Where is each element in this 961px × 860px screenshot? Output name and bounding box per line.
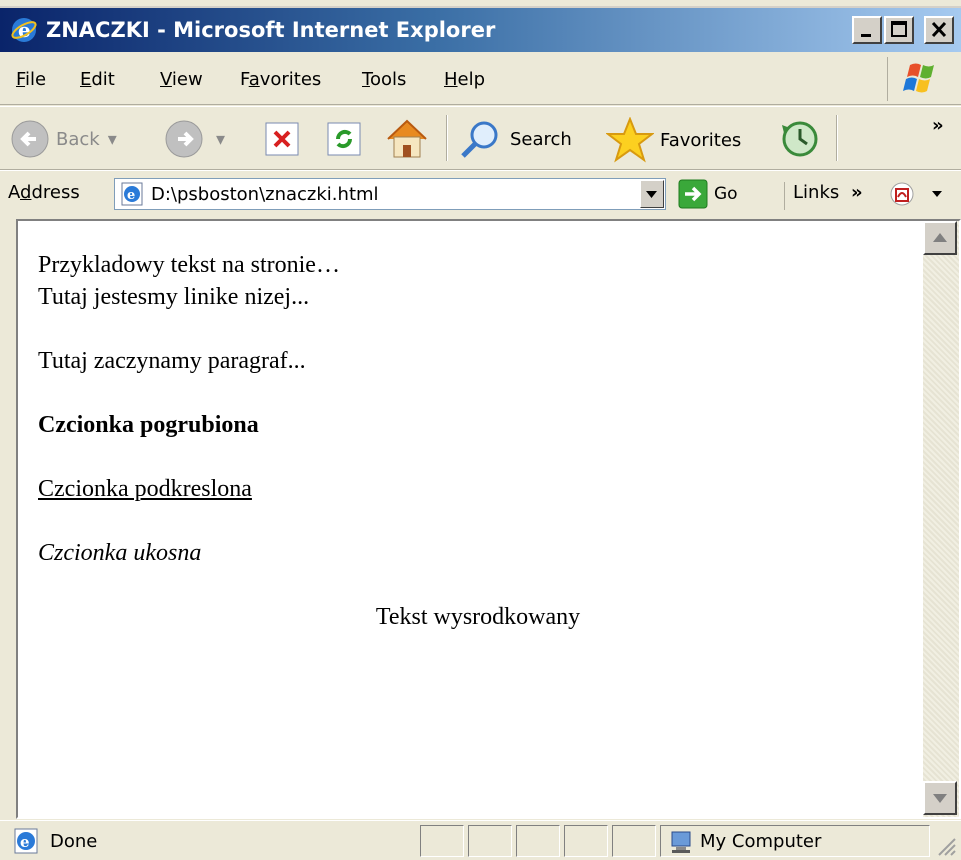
favorites-star-icon <box>606 117 654 163</box>
status-page-icon: e <box>12 827 40 860</box>
search-label: Search <box>510 128 572 150</box>
stop-icon <box>265 122 299 156</box>
go-arrow-icon <box>678 179 708 209</box>
windows-logo-icon <box>887 57 953 101</box>
maximize-button[interactable] <box>884 16 914 44</box>
history-button[interactable] <box>778 119 822 159</box>
vertical-scrollbar[interactable] <box>923 221 959 817</box>
browser-window: e ZNACZKI - Microsoft Internet Explorer … <box>0 0 961 860</box>
back-button[interactable]: Back ▾ <box>10 119 117 159</box>
menu-file[interactable]: File <box>16 69 46 90</box>
stop-button[interactable] <box>264 121 300 157</box>
back-arrow-icon <box>11 120 49 158</box>
go-label: Go <box>714 184 738 204</box>
my-computer-icon <box>668 829 694 860</box>
menu-view[interactable]: View <box>160 69 203 90</box>
refresh-button[interactable] <box>326 121 362 157</box>
paragraph-text: Tutaj zaczynamy paragraf... <box>38 348 306 374</box>
status-text: Done <box>50 831 98 852</box>
links-button[interactable]: Links » <box>784 182 863 210</box>
page-viewport[interactable]: Przykladowy tekst na stronie… Tutaj jest… <box>16 219 961 819</box>
links-chevron-icon: » <box>850 182 863 203</box>
address-label: Address <box>8 182 80 203</box>
close-button[interactable] <box>924 16 954 44</box>
status-panel <box>468 825 512 857</box>
zone-text: My Computer <box>700 831 822 852</box>
address-input[interactable]: e D:\psboston\znaczki.html <box>114 178 666 210</box>
menu-help[interactable]: Help <box>444 69 485 90</box>
address-value: D:\psboston\znaczki.html <box>151 184 379 205</box>
page-content: Przykladowy tekst na stronie… Tutaj jest… <box>38 249 918 633</box>
pdf-button[interactable] <box>888 179 946 214</box>
toolbar-chevron-icon[interactable]: » <box>932 115 944 136</box>
home-button[interactable] <box>384 117 430 161</box>
minimize-button[interactable] <box>852 16 882 44</box>
svg-text:e: e <box>20 833 30 851</box>
menu-bar: File Edit View Favorites Tools Help <box>0 53 961 105</box>
ie-logo-icon: e <box>10 16 38 44</box>
search-icon <box>461 121 498 158</box>
text-line-1: Przykladowy tekst na stronie… <box>38 252 340 278</box>
address-bar: Address e D:\psboston\znaczki.html Go Li… <box>0 170 961 216</box>
text-line-2: Tutaj jestesmy linike nizej... <box>38 284 310 310</box>
scroll-up-button[interactable] <box>923 221 957 255</box>
page-icon: e <box>119 182 145 211</box>
home-icon <box>387 119 427 158</box>
bold-text: Czcionka pogrubiona <box>38 412 259 438</box>
status-panel <box>420 825 464 857</box>
menu-tools[interactable]: Tools <box>362 69 406 90</box>
underline-text-line: Czcionka podkreslona <box>38 473 918 505</box>
favorites-label: Favorites <box>660 129 742 151</box>
back-label: Back <box>56 128 100 150</box>
svg-text:e: e <box>127 188 135 203</box>
search-button[interactable]: Search <box>458 119 572 159</box>
italic-text: Czcionka ukosna <box>38 540 202 566</box>
status-panel <box>516 825 560 857</box>
forward-button[interactable]: ▾ <box>164 119 225 159</box>
status-panel <box>564 825 608 857</box>
acrobat-icon <box>890 182 942 206</box>
links-label: Links <box>793 182 840 203</box>
window-title: ZNACZKI - Microsoft Internet Explorer <box>46 18 496 42</box>
forward-dropdown-icon[interactable]: ▾ <box>216 129 225 150</box>
scroll-down-button[interactable] <box>923 781 957 815</box>
standard-toolbar: Back ▾ ▾ Search Favorites » <box>0 106 961 170</box>
status-panel <box>612 825 656 857</box>
go-button[interactable]: Go <box>678 178 762 210</box>
menu-favorites[interactable]: Favorites <box>240 69 321 90</box>
back-dropdown-icon[interactable]: ▾ <box>108 129 117 150</box>
refresh-icon <box>327 122 361 156</box>
forward-arrow-icon <box>165 120 203 158</box>
favorites-button[interactable]: Favorites <box>606 117 741 163</box>
address-dropdown-button[interactable] <box>640 180 664 208</box>
resize-grip-icon[interactable] <box>935 835 957 860</box>
menu-edit[interactable]: Edit <box>80 69 115 90</box>
title-bar[interactable]: e ZNACZKI - Microsoft Internet Explorer <box>0 6 961 52</box>
history-icon <box>782 121 818 157</box>
underline-text: Czcionka podkreslona <box>38 476 252 502</box>
centered-text: Tekst wysrodkowany <box>375 604 581 630</box>
status-bar: e Done My Computer <box>0 820 961 860</box>
